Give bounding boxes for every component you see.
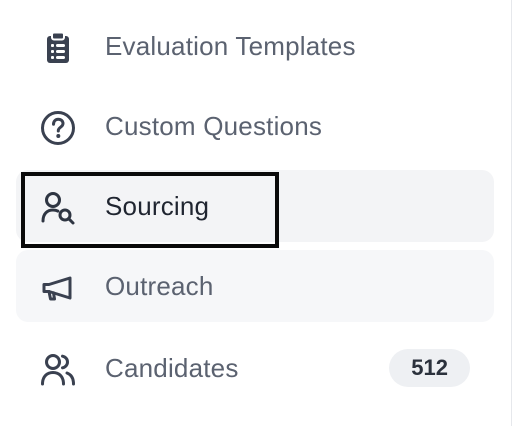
sidebar-divider <box>511 0 512 426</box>
sidebar-item-candidates[interactable]: Candidates 512 <box>16 332 494 404</box>
sidebar-item-outreach[interactable]: Outreach <box>16 250 494 322</box>
count-badge: 512 <box>389 349 470 387</box>
sidebar-item-label: Outreach <box>105 271 214 301</box>
users-icon <box>40 352 76 388</box>
sidebar-item-sourcing[interactable]: Sourcing <box>16 170 494 242</box>
sidebar-nav: Evaluation Templates Custom Questions So… <box>0 0 528 426</box>
megaphone-icon <box>40 270 76 306</box>
user-search-icon <box>40 190 76 226</box>
sidebar-item-label: Evaluation Templates <box>105 31 356 61</box>
sidebar-item-evaluation-templates[interactable]: Evaluation Templates <box>16 10 494 82</box>
clipboard-icon <box>40 30 76 66</box>
sidebar-item-label: Custom Questions <box>105 111 323 141</box>
sidebar-item-label: Sourcing <box>105 191 210 221</box>
sidebar-item-custom-questions[interactable]: Custom Questions <box>16 90 494 162</box>
help-circle-icon <box>40 110 76 146</box>
sidebar-item-label: Candidates <box>105 353 239 383</box>
